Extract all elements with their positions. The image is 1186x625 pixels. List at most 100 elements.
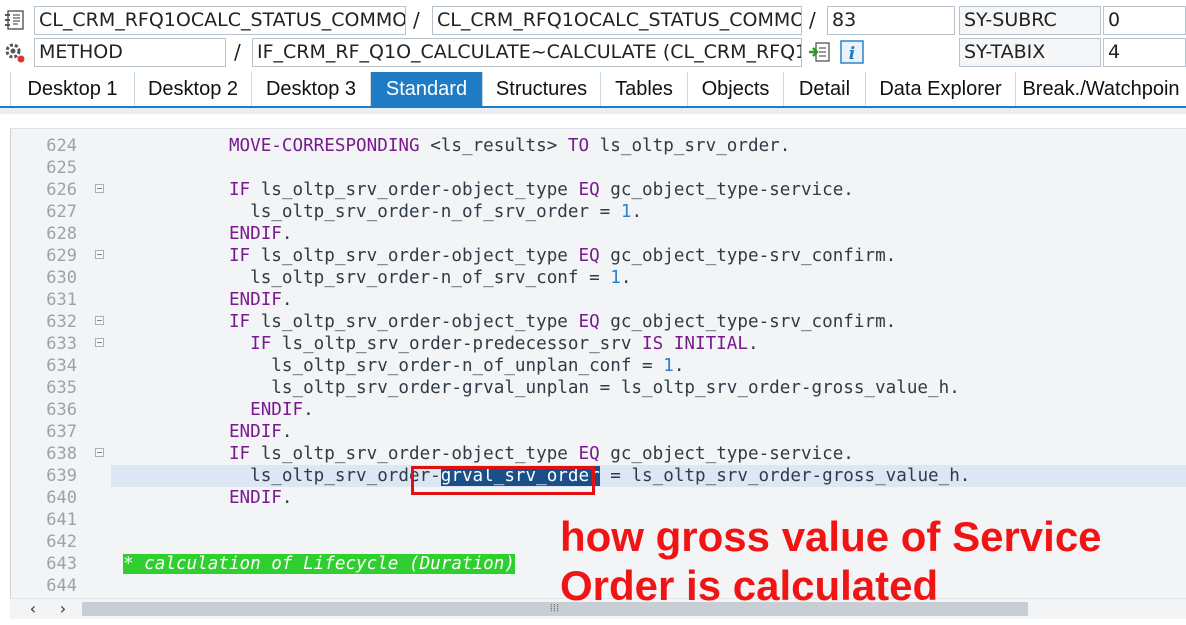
tab-bar: Desktop 1 Desktop 2 Desktop 3 Standard S… <box>0 72 1186 106</box>
code-line[interactable]: 637 ENDIF. <box>11 421 1186 443</box>
line-number: 629 <box>46 246 77 266</box>
code-token: gc_object_type-service. <box>599 180 854 200</box>
scroll-right-button[interactable]: › <box>52 599 74 619</box>
tab-desktop-3[interactable]: Desktop 3 <box>251 72 370 106</box>
source-code-icon[interactable] <box>4 8 28 32</box>
include-field[interactable]: CL_CRM_RFQ1OCALC_STATUS_COMMO… <box>432 6 802 35</box>
code-text: ENDIF. <box>123 289 293 311</box>
annotation-line-1: how gross value of Service <box>560 513 1102 560</box>
fold-toggle-icon[interactable] <box>95 316 104 325</box>
code-line[interactable]: 638 IF ls_oltp_srv_order-object_type EQ … <box>11 443 1186 465</box>
event-type-field[interactable]: METHOD <box>34 38 226 67</box>
code-token: . <box>620 268 632 288</box>
line-number: 631 <box>46 290 77 310</box>
line-number-field[interactable]: 83 <box>827 6 955 35</box>
code-line[interactable]: 629 IF ls_oltp_srv_order-object_type EQ … <box>11 245 1186 267</box>
line-number: 632 <box>46 312 77 332</box>
code-line[interactable]: 636 ENDIF. <box>11 399 1186 421</box>
fold-toggle-icon[interactable] <box>95 448 104 457</box>
info-icon[interactable]: i <box>840 40 864 64</box>
fold-toggle-icon[interactable] <box>95 338 104 347</box>
code-line[interactable]: 630 ls_oltp_srv_order-n_of_srv_conf = 1. <box>11 267 1186 289</box>
code-line[interactable]: 624 MOVE-CORRESPONDING <ls_results> TO l… <box>11 135 1186 157</box>
sysfield-value-subrc[interactable]: 0 <box>1103 6 1186 35</box>
program-field[interactable]: CL_CRM_RFQ1OCALC_STATUS_COMMO… <box>34 6 406 35</box>
highlight-box-grval-srv-order <box>411 466 595 495</box>
code-token: gc_object_type-srv_confirm. <box>599 246 897 266</box>
code-line[interactable]: 626 IF ls_oltp_srv_order-object_type EQ … <box>11 179 1186 201</box>
tab-breakpoints-watchpoints[interactable]: Break./Watchpoin <box>1015 72 1186 106</box>
keyword-token: IF <box>228 312 251 332</box>
event-name-field[interactable]: IF_CRM_RF_Q1O_CALCULATE~CALCULATE (CL_CR… <box>252 38 802 67</box>
settings-gear-icon[interactable] <box>3 40 27 64</box>
code-token: ls_oltp_srv_order. <box>589 136 791 156</box>
number-token: 1 <box>610 268 621 288</box>
tab-structures[interactable]: Structures <box>482 72 600 106</box>
keyword-token: EQ <box>578 246 600 266</box>
tab-data-explorer[interactable]: Data Explorer <box>865 72 1015 106</box>
number-token: 1 <box>663 356 674 376</box>
code-line[interactable]: 639 ls_oltp_srv_order-grval_srv_order = … <box>11 465 1186 487</box>
code-line[interactable]: 632 IF ls_oltp_srv_order-object_type EQ … <box>11 311 1186 333</box>
number-token: 1 <box>620 202 632 222</box>
fold-toggle-icon[interactable] <box>95 184 104 193</box>
code-text: IF ls_oltp_srv_order-object_type EQ gc_o… <box>123 245 896 267</box>
code-token: ls_oltp_srv_order- <box>123 466 441 486</box>
separator: / <box>413 8 420 32</box>
keyword-token: IF <box>228 180 251 200</box>
code-text: ls_oltp_srv_order-n_of_srv_conf = 1. <box>123 267 631 289</box>
code-line[interactable]: 640 ENDIF. <box>11 487 1186 509</box>
scroll-left-button[interactable]: ‹ <box>22 599 44 619</box>
separator: / <box>234 40 241 64</box>
annotation-text: how gross value of Service Order is calc… <box>560 512 1102 610</box>
tab-desktop-2[interactable]: Desktop 2 <box>134 72 251 106</box>
keyword-token: ENDIF <box>250 400 304 420</box>
sysfield-name-subrc[interactable]: SY-SUBRC <box>959 6 1101 35</box>
code-token: . <box>281 488 293 508</box>
sysfield-name-tabix[interactable]: SY-TABIX <box>959 38 1101 67</box>
navigate-icon[interactable] <box>808 40 832 64</box>
tab-detail[interactable]: Detail <box>783 72 865 106</box>
keyword-token: IF <box>228 444 251 464</box>
code-text: ls_oltp_srv_order-n_of_unplan_conf = 1. <box>123 355 684 377</box>
scrollbar-grip-icon: ⦙⦙⦙ <box>550 603 560 614</box>
keyword-token: ENDIF <box>228 290 282 310</box>
keyword-token: ENDIF <box>228 488 282 508</box>
code-line[interactable]: 627 ls_oltp_srv_order-n_of_srv_order = 1… <box>11 201 1186 223</box>
code-text: * calculation of Lifecycle (Duration) <box>123 553 515 575</box>
line-number: 626 <box>46 180 77 200</box>
line-number: 624 <box>46 136 77 156</box>
code-line[interactable]: 631 ENDIF. <box>11 289 1186 311</box>
tab-tables[interactable]: Tables <box>600 72 687 106</box>
code-token: ls_oltp_srv_order-object_type <box>250 180 579 200</box>
tab-desktop-1[interactable]: Desktop 1 <box>10 72 134 106</box>
line-number: 625 <box>46 158 77 178</box>
code-line[interactable]: 625 <box>11 157 1186 179</box>
code-text: ls_oltp_srv_order-n_of_srv_order = 1. <box>123 201 642 223</box>
code-line[interactable]: 628 ENDIF. <box>11 223 1186 245</box>
keyword-token: ENDIF <box>228 224 282 244</box>
tab-objects[interactable]: Objects <box>687 72 783 106</box>
fold-toggle-icon[interactable] <box>95 250 104 259</box>
code-line[interactable]: 635 ls_oltp_srv_order-grval_unplan = ls_… <box>11 377 1186 399</box>
code-text: IF ls_oltp_srv_order-object_type EQ gc_o… <box>123 311 896 333</box>
code-token: . <box>281 290 293 310</box>
code-token: gc_object_type-srv_confirm. <box>599 312 897 332</box>
line-number: 638 <box>46 444 77 464</box>
code-token: gc_object_type-service. <box>599 444 854 464</box>
code-token: ls_oltp_srv_order-object_type <box>250 444 579 464</box>
code-token: . <box>303 400 314 420</box>
code-line[interactable]: 634 ls_oltp_srv_order-n_of_unplan_conf =… <box>11 355 1186 377</box>
line-number: 635 <box>46 378 77 398</box>
code-line[interactable]: 633 IF ls_oltp_srv_order-predecessor_srv… <box>11 333 1186 355</box>
tab-standard[interactable]: Standard <box>370 72 482 106</box>
sysfield-value-tabix[interactable]: 4 <box>1103 38 1186 67</box>
keyword-token: EQ <box>578 180 600 200</box>
tab-separator-strip <box>0 108 1186 114</box>
code-token: ls_oltp_srv_order-object_type <box>250 246 579 266</box>
